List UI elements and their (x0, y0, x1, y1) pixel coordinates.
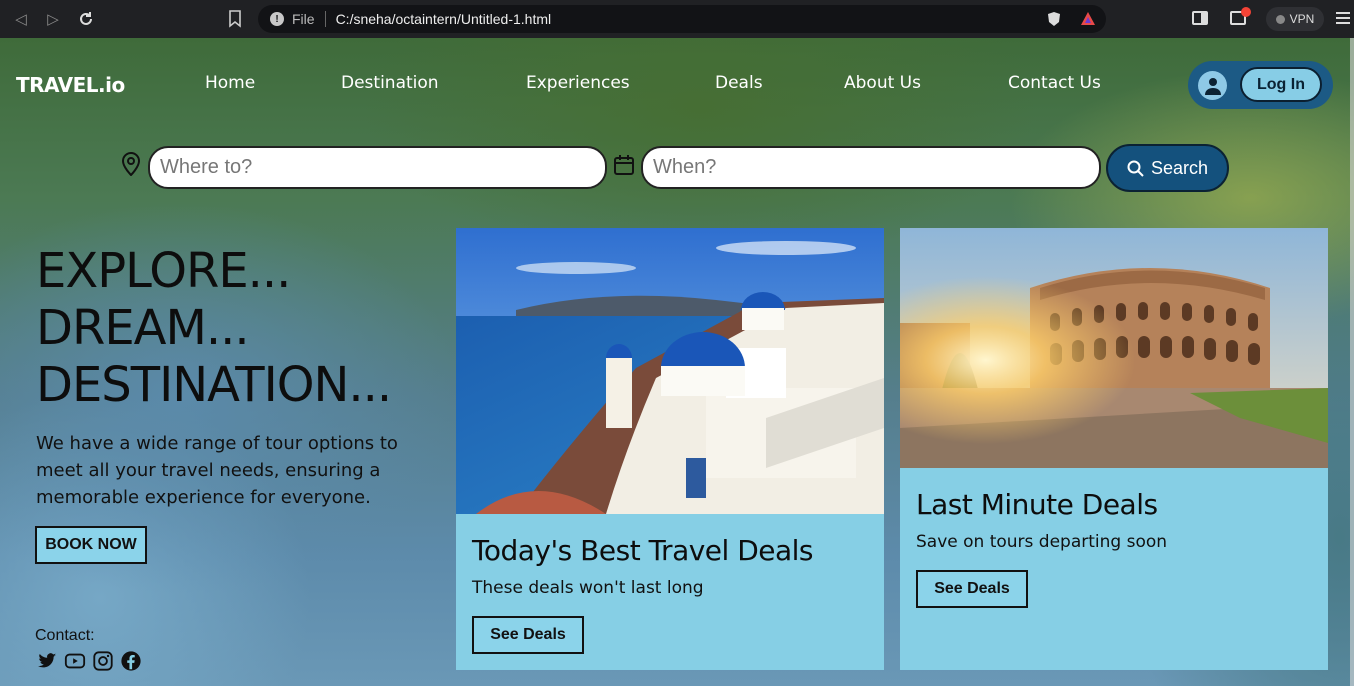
notification-dot (1241, 7, 1251, 17)
card-subtitle: These deals won't last long (472, 578, 704, 598)
nav-contact-us[interactable]: Contact Us (1008, 73, 1101, 93)
wallet-icon[interactable] (1230, 7, 1251, 25)
facebook-icon[interactable] (120, 650, 142, 672)
login-button[interactable]: Log In (1240, 67, 1322, 102)
location-pin-icon (121, 152, 141, 176)
youtube-icon[interactable] (64, 650, 86, 672)
brave-shield-icon[interactable] (1046, 11, 1062, 27)
scrollbar[interactable] (1350, 38, 1354, 686)
nav-experiences[interactable]: Experiences (526, 73, 630, 93)
info-icon[interactable]: ! (270, 12, 284, 26)
sidebar-toggle-icon[interactable] (1192, 11, 1208, 25)
url-text[interactable]: C:/sneha/octaintern/Untitled-1.html (336, 11, 552, 27)
login-container: Log In (1188, 61, 1333, 109)
deal-card: Today's Best Travel Deals These deals wo… (456, 228, 884, 670)
hero-subtitle: We have a wide range of tour options to … (36, 433, 398, 508)
bookmark-icon[interactable] (228, 10, 242, 28)
search-icon (1127, 160, 1144, 177)
see-deals-button[interactable]: See Deals (472, 616, 584, 654)
reload-icon[interactable] (75, 8, 97, 30)
divider (324, 11, 326, 27)
menu-icon[interactable] (1336, 12, 1350, 24)
vpn-status-icon (1275, 14, 1285, 24)
colosseum-photo (900, 228, 1328, 468)
nav-home[interactable]: Home (205, 73, 255, 93)
nav-about-us[interactable]: About Us (844, 73, 921, 93)
santorini-photo (456, 228, 884, 514)
forward-icon[interactable]: ▷ (42, 8, 64, 30)
when-input[interactable]: When? (641, 146, 1101, 189)
back-icon[interactable]: ◁ (10, 8, 32, 30)
book-now-button[interactable]: BOOK NOW (35, 526, 147, 564)
search-button[interactable]: Search (1106, 144, 1229, 192)
twitter-icon[interactable] (36, 650, 58, 672)
nav-destination[interactable]: Destination (341, 73, 439, 93)
hero-title-line: DESTINATION... (36, 357, 392, 413)
rewards-icon[interactable] (1080, 11, 1096, 27)
hero-title: EXPLORE... DREAM... DESTINATION... (36, 243, 392, 414)
hero-title-line: EXPLORE... (36, 243, 291, 299)
browser-toolbar: ◁ ▷ ! File C:/sneha/octaintern/Untitled-… (0, 0, 1354, 38)
deal-card: Last Minute Deals Save on tours departin… (900, 228, 1328, 670)
file-label: File (292, 11, 315, 27)
vpn-label: VPN (1289, 12, 1315, 26)
page-viewport: TRAVEL.io Home Destination Experiences D… (0, 38, 1354, 686)
address-bar[interactable]: ! File C:/sneha/octaintern/Untitled-1.ht… (258, 5, 1106, 33)
calendar-icon (614, 155, 634, 175)
see-deals-button[interactable]: See Deals (916, 570, 1028, 608)
where-input[interactable]: Where to? (148, 146, 607, 189)
card-subtitle: Save on tours departing soon (916, 532, 1168, 552)
card-title: Last Minute Deals (916, 488, 1158, 521)
vpn-button[interactable]: VPN (1266, 7, 1324, 31)
search-label: Search (1150, 157, 1209, 178)
nav-deals[interactable]: Deals (715, 73, 763, 93)
card-title: Today's Best Travel Deals (472, 534, 814, 567)
user-icon[interactable] (1198, 71, 1227, 100)
site-logo[interactable]: TRAVEL.io (16, 73, 125, 97)
instagram-icon[interactable] (92, 650, 114, 672)
hero-title-line: DREAM... (36, 300, 250, 356)
contact-label: Contact: (35, 627, 95, 644)
